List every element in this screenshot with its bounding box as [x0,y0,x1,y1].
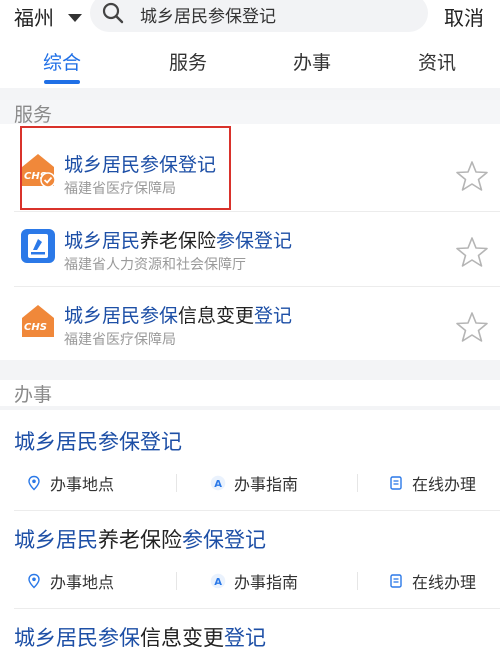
location-button[interactable]: 办事地点 [26,471,114,495]
affairs-section-label: 办事 [14,384,53,406]
affair-title[interactable]: 城乡居民参保登记 [14,426,182,456]
services-section-label: 服务 [14,104,53,126]
title-highlight: 参保登记 [216,230,293,252]
chs-medical-icon: CHS [22,305,54,337]
title-highlight: 参保登记 [182,528,266,552]
title-highlight: 登记 [254,305,293,327]
title-plain: 养老保险 [98,528,182,552]
online-button[interactable]: 在线办理 [388,569,476,593]
star-favorite-icon[interactable] [455,311,489,343]
divider [176,474,177,492]
active-tab-indicator [44,80,80,84]
divider [14,211,500,212]
svg-text:A: A [214,577,222,588]
divider [14,286,500,287]
star-favorite-icon[interactable] [455,160,489,192]
title-highlight: 城乡居民参保 [64,305,179,327]
location-button[interactable]: 办事地点 [26,569,114,593]
online-label: 在线办理 [412,475,477,494]
online-button[interactable]: 在线办理 [388,471,476,495]
service-title: 城乡居民参保信息变更登记 [64,301,292,328]
guide-a-icon: A [210,573,226,589]
location-label: 办事地点 [50,573,115,592]
affair-title[interactable]: 城乡居民养老保险参保登记 [14,524,266,554]
service-title: 城乡居民养老保险参保登记 [64,226,292,253]
city-selector[interactable]: 福州 [14,2,82,31]
guide-button[interactable]: A 办事指南 [210,569,298,593]
svg-text:CHS: CHS [24,322,47,333]
city-label: 福州 [14,6,54,30]
divider [357,474,358,492]
title-highlight: 城乡居民参保登记 [14,430,182,454]
tab-services[interactable]: 服务 [148,48,228,75]
document-icon [390,574,402,588]
search-input[interactable]: 城乡居民参保登记 [140,2,276,27]
category-tabs: 综合 服务 办事 资讯 [0,34,500,88]
title-highlight: 城乡居民 [64,230,141,252]
location-label: 办事地点 [50,475,115,494]
divider [14,608,500,609]
affair-title[interactable]: 城乡居民参保信息变更登记 [14,622,266,652]
location-pin-icon [28,573,40,589]
service-provider: 福建省人力资源和社会保障厅 [64,257,246,273]
online-label: 在线办理 [412,573,477,592]
caret-down-icon [68,13,82,22]
star-favorite-icon[interactable] [455,236,489,268]
highlight-box [20,126,231,210]
pension-app-icon [21,229,55,263]
divider [176,572,177,590]
document-icon [390,476,402,490]
affairs-list: 城乡居民参保登记 办事地点 A 办事指南 在线办理 城乡居民养老保险参保登记 办… [0,410,500,667]
guide-a-icon: A [210,475,226,491]
title-highlight: 城乡居民 [14,528,98,552]
affair-actions: 办事地点 A 办事指南 在线办理 [0,569,500,593]
title-plain: 养老保险 [140,230,217,252]
tab-news[interactable]: 资讯 [397,48,477,75]
service-provider: 福建省医疗保障局 [64,332,176,348]
location-pin-icon [28,475,40,491]
title-highlight: 登记 [224,626,266,650]
top-bar: 福州 城乡居民参保登记 取消 [0,0,500,34]
title-plain: 信息变更 [178,305,255,327]
svg-text:A: A [214,479,222,490]
guide-label: 办事指南 [234,573,299,592]
guide-button[interactable]: A 办事指南 [210,471,298,495]
tab-affairs[interactable]: 办事 [272,48,352,75]
affair-actions: 办事地点 A 办事指南 在线办理 [0,471,500,495]
title-highlight: 城乡居民参保 [14,626,140,650]
tab-general[interactable]: 综合 [22,48,102,75]
search-icon [102,2,124,24]
services-section-header: 服务 [0,100,500,126]
divider [357,572,358,590]
affairs-section-header: 办事 [0,380,500,406]
search-bar[interactable]: 城乡居民参保登记 [90,0,428,32]
cancel-button[interactable]: 取消 [444,2,484,31]
guide-label: 办事指南 [234,475,299,494]
service-item[interactable]: 城乡居民养老保险参保登记 福建省人力资源和社会保障厅 [0,222,500,296]
title-plain: 信息变更 [140,626,224,650]
divider [14,510,500,511]
service-item[interactable]: CHS 城乡居民参保信息变更登记 福建省医疗保障局 [0,297,500,371]
